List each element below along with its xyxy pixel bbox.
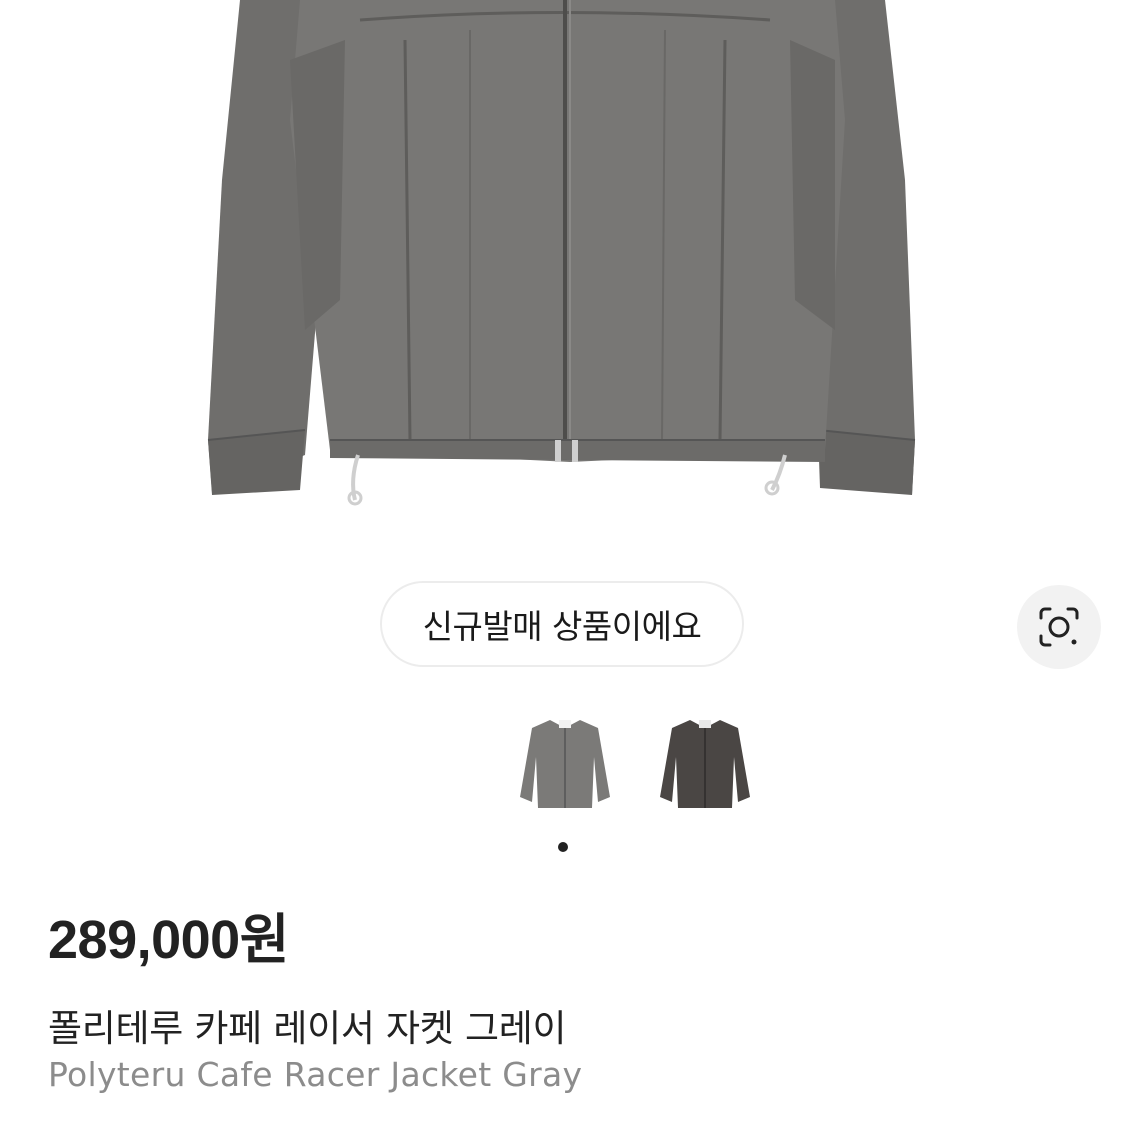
product-price: 289,000원 [48, 910, 289, 970]
thumbnail-charcoal-jacket [660, 720, 750, 808]
new-release-badge: 신규발매 상품이에요 [380, 581, 744, 667]
badge-label: 신규발매 상품이에요 [422, 607, 702, 646]
thumbnail-strip [0, 712, 1125, 822]
jacket-illustration [207, 0, 916, 506]
image-search-button[interactable] [1017, 585, 1101, 669]
thumbnail-charcoal[interactable] [650, 712, 760, 822]
thumbnail-gray-jacket [520, 720, 610, 808]
product-name-korean: 폴리테루 카페 레이서 자켓 그레이 [48, 1007, 567, 1050]
product-name-english: Polyteru Cafe Racer Jacket Gray [48, 1055, 583, 1094]
image-search-icon [1039, 607, 1079, 647]
product-main-image[interactable] [0, 0, 1125, 540]
thumbnail-gray[interactable] [510, 712, 620, 822]
carousel-indicator-dot [558, 842, 568, 852]
